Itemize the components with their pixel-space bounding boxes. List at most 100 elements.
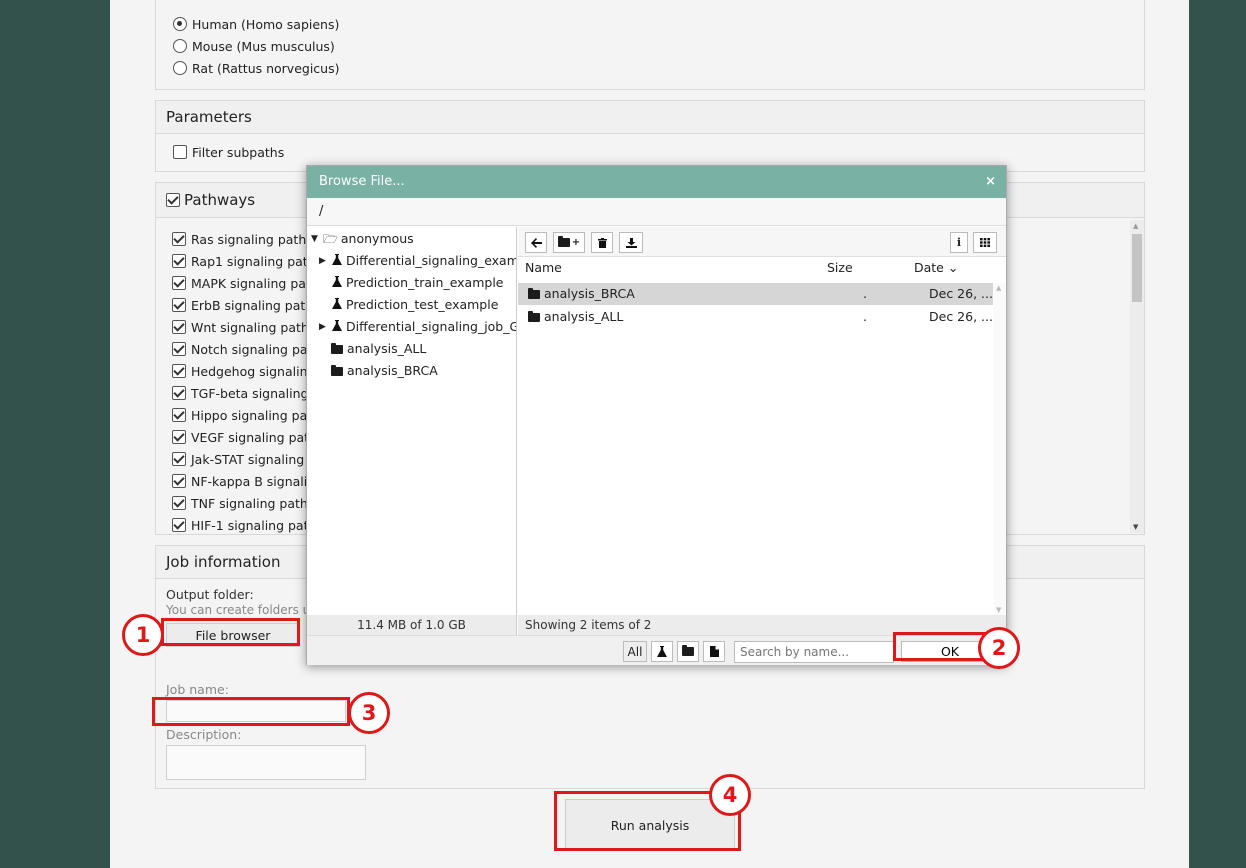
pathway-item[interactable]: Hippo signaling pathway bbox=[172, 404, 312, 426]
tree-item[interactable]: Prediction_train_example bbox=[319, 272, 504, 294]
caret-down-icon[interactable]: ▼ bbox=[311, 228, 323, 250]
file-list-scrollbar[interactable]: ▲ ▼ bbox=[994, 283, 1006, 615]
folder-icon bbox=[331, 342, 343, 354]
job-name-label: Job name: bbox=[166, 682, 229, 697]
species-option-mouse[interactable]: Mouse (Mus musculus) bbox=[173, 36, 335, 56]
checkbox-checked-icon bbox=[172, 298, 186, 312]
pathway-item[interactable]: Ras signaling pathway bbox=[172, 228, 312, 250]
scroll-down-icon[interactable]: ▼ bbox=[1133, 523, 1138, 531]
search-input[interactable] bbox=[734, 641, 894, 663]
parameters-panel: Parameters Filter subpaths bbox=[155, 100, 1145, 172]
output-folder-label: Output folder: bbox=[166, 587, 254, 602]
scroll-up-icon[interactable]: ▲ bbox=[996, 284, 1001, 292]
file-browser-button[interactable]: File browser bbox=[166, 623, 300, 647]
grid-icon[interactable] bbox=[973, 232, 997, 253]
file-row[interactable]: analysis_ALL. Dec 26, ... bbox=[518, 306, 993, 328]
description-label: Description: bbox=[166, 727, 242, 742]
folder-icon bbox=[528, 288, 540, 299]
tree-root[interactable]: ▼ 🗁 anonymous bbox=[311, 228, 414, 250]
close-icon[interactable]: × bbox=[985, 166, 996, 198]
tree-item[interactable]: Prediction_test_example bbox=[319, 294, 498, 316]
back-icon[interactable] bbox=[525, 232, 547, 253]
tree-item-label: Differential_signaling_job_GOterms bbox=[346, 319, 516, 334]
checkbox-checked-icon bbox=[172, 320, 186, 334]
file-row[interactable]: analysis_BRCA. Dec 26, ... bbox=[518, 283, 993, 305]
checkbox-checked-icon bbox=[166, 193, 180, 207]
pathway-item[interactable]: NF-kappa B signaling pathway bbox=[172, 470, 312, 492]
checkbox-checked-icon bbox=[172, 518, 186, 532]
current-path: / bbox=[307, 198, 1006, 226]
checkbox-checked-icon bbox=[172, 276, 186, 290]
pathway-item[interactable]: ErbB signaling pathway bbox=[172, 294, 312, 316]
scroll-down-icon[interactable]: ▼ bbox=[996, 606, 1001, 614]
filter-files-icon[interactable] bbox=[703, 641, 725, 662]
file-name: analysis_BRCA bbox=[544, 286, 635, 301]
species-label: Mouse (Mus musculus) bbox=[192, 38, 335, 54]
checkbox-checked-icon bbox=[172, 232, 186, 246]
filter-all-button[interactable]: All bbox=[623, 641, 647, 662]
folder-icon bbox=[331, 364, 343, 376]
tree-item[interactable]: analysis_BRCA bbox=[319, 360, 438, 382]
caret-right-icon[interactable]: ▶ bbox=[319, 316, 331, 338]
download-icon[interactable] bbox=[619, 232, 643, 253]
pathway-item[interactable]: Hedgehog signaling pathway bbox=[172, 360, 312, 382]
pathway-item[interactable]: Wnt signaling pathway bbox=[172, 316, 312, 338]
pathway-list: Ras signaling pathway Rap1 signaling path… bbox=[172, 228, 312, 536]
pathway-item[interactable]: TNF signaling pathway bbox=[172, 492, 312, 514]
folder-icon bbox=[528, 311, 540, 322]
pathway-label: Notch signaling pathway bbox=[191, 341, 312, 357]
scroll-up-icon[interactable]: ▲ bbox=[1133, 222, 1138, 230]
file-toolbar: + i bbox=[518, 227, 1006, 257]
filter-folders-icon[interactable] bbox=[677, 641, 699, 662]
callout-badge: 1 bbox=[122, 614, 164, 656]
trash-icon[interactable] bbox=[591, 232, 613, 253]
tree-item[interactable]: ▶ Differential_signaling_example bbox=[319, 250, 516, 272]
filter-subpaths-checkbox[interactable]: Filter subpaths bbox=[173, 142, 284, 162]
pathway-item[interactable]: MAPK signaling pathway bbox=[172, 272, 312, 294]
pathway-item[interactable]: TGF-beta signaling pathway bbox=[172, 382, 312, 404]
dialog-title: Browse File... bbox=[319, 174, 405, 189]
pathway-item[interactable]: VEGF signaling pathway bbox=[172, 426, 312, 448]
pathway-label: TGF-beta signaling pathway bbox=[191, 385, 312, 401]
pathway-item[interactable]: Rap1 signaling pathway bbox=[172, 250, 312, 272]
tree-item-label: Prediction_test_example bbox=[346, 297, 499, 312]
background-left bbox=[0, 0, 110, 868]
dialog-bottom-bar: All OK bbox=[307, 635, 1006, 665]
file-date: Dec 26, ... bbox=[929, 286, 993, 301]
radio-selected-icon bbox=[173, 17, 187, 31]
description-input[interactable] bbox=[166, 745, 366, 780]
pathway-label: Wnt signaling pathway bbox=[191, 319, 312, 335]
dialog-titlebar: Browse File... × bbox=[307, 166, 1006, 198]
pathway-label: ErbB signaling pathway bbox=[191, 297, 312, 313]
pathway-item[interactable]: Notch signaling pathway bbox=[172, 338, 312, 360]
pathway-item[interactable]: HIF-1 signaling pathway bbox=[172, 514, 312, 536]
column-name[interactable]: Name bbox=[525, 260, 562, 275]
caret-right-icon[interactable]: ▶ bbox=[319, 250, 331, 272]
callout-badge: 2 bbox=[978, 627, 1020, 669]
checkbox-checked-icon bbox=[172, 386, 186, 400]
radio-icon bbox=[173, 39, 187, 53]
info-icon[interactable]: i bbox=[950, 232, 968, 253]
pathways-scrollbar[interactable]: ▲ ▼ bbox=[1130, 220, 1144, 533]
checkbox-checked-icon bbox=[172, 254, 186, 268]
species-option-rat[interactable]: Rat (Rattus norvegicus) bbox=[173, 58, 340, 78]
pathway-label: Hippo signaling pathway bbox=[191, 407, 312, 423]
species-option-human[interactable]: Human (Homo sapiens) bbox=[173, 14, 339, 34]
tree-item[interactable]: ▶ Differential_signaling_job_GOterms bbox=[319, 316, 516, 338]
tree-item-label: Prediction_train_example bbox=[346, 275, 504, 290]
species-label: Rat (Rattus norvegicus) bbox=[192, 60, 340, 76]
checkbox-checked-icon bbox=[172, 342, 186, 356]
tree-item[interactable]: analysis_ALL bbox=[319, 338, 426, 360]
checkbox-checked-icon bbox=[172, 364, 186, 378]
new-folder-icon[interactable]: + bbox=[553, 232, 585, 253]
run-analysis-button[interactable]: Run analysis bbox=[565, 799, 735, 851]
pathway-label: MAPK signaling pathway bbox=[191, 275, 312, 291]
job-name-input[interactable] bbox=[166, 700, 346, 722]
file-name: analysis_ALL bbox=[544, 309, 624, 324]
file-size: . bbox=[863, 286, 867, 301]
filter-jobs-icon[interactable] bbox=[651, 641, 673, 662]
pathway-item[interactable]: Jak-STAT signaling pathway bbox=[172, 448, 312, 470]
column-date[interactable]: Date ⌄ bbox=[914, 260, 958, 275]
column-size[interactable]: Size bbox=[827, 260, 853, 275]
scroll-thumb[interactable] bbox=[1132, 234, 1142, 302]
